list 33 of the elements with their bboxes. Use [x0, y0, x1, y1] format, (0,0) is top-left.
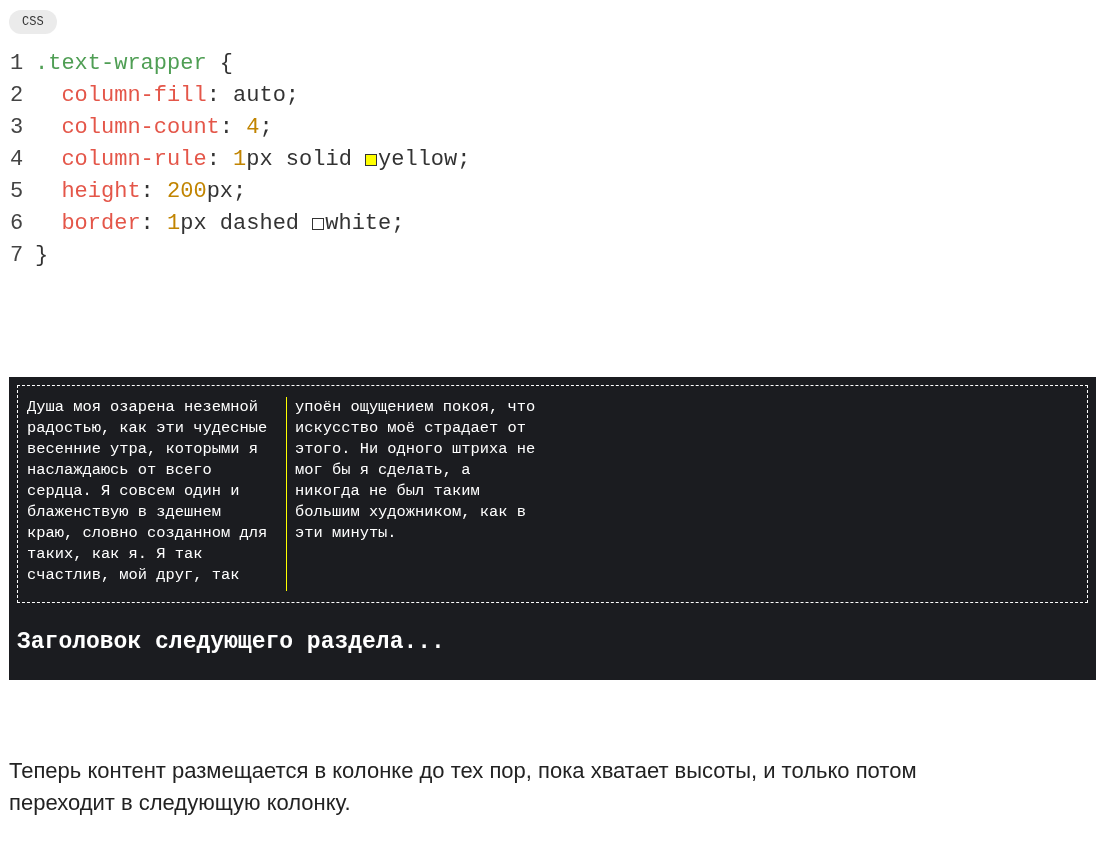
column-text-line: большим художником, как в [295, 502, 527, 523]
column-text-line: счастлив, мой друг, так [27, 565, 241, 586]
line-number: 6 [9, 210, 25, 238]
line-number: 7 [9, 242, 25, 270]
column-text-line: таких, как я. Я так [27, 544, 204, 565]
line-number: 2 [9, 82, 25, 110]
column-text-line: наслаждаюсь от всего [27, 460, 213, 481]
column-text-line: эти минуты. [295, 523, 398, 544]
column-text-line: Душа моя озарена неземной [27, 397, 259, 418]
code-line: column-fill: auto; [60, 82, 300, 110]
code-line: border: 1px dashed white; [60, 210, 405, 238]
column-text-line: искусство моё страдает от [295, 418, 527, 439]
paragraph: Теперь контент размещается в колонке до тех пор, пока хватает высоты, и только потом переходит в следующую колонку. [9, 756, 918, 817]
column-text-line: краю, словно созданном для [27, 523, 269, 544]
column-text-line: весенние утра, которыми я [27, 439, 259, 460]
code-line: column-rule: 1px solid yellow; [60, 146, 471, 174]
line-number: 5 [9, 178, 25, 206]
column-text-line: этого. Ни одного штриха не [295, 439, 536, 460]
code-line: } [35, 242, 49, 270]
column-text-line: блаженствую в здешнем [27, 502, 222, 523]
line-number: 4 [9, 146, 25, 174]
code-line: height: 200px; [60, 178, 247, 206]
line-number: 3 [9, 114, 25, 142]
column-text-line: радостью, как эти чудесные [27, 418, 269, 439]
column-text-line: сердца. Я совсем один и [27, 481, 241, 502]
language-tag: CSS [9, 10, 57, 34]
code-line: .text-wrapper { [35, 50, 234, 78]
section-heading: Заголовок следующего раздела... [17, 628, 446, 657]
column-text-line: мог бы я сделать, а [295, 460, 472, 481]
line-number: 1 [9, 50, 25, 78]
column-text-line: никогда не был таким [295, 481, 481, 502]
column-text-line: упоён ощущением покоя, что [295, 397, 536, 418]
code-line: column-count: 4; [60, 114, 273, 142]
